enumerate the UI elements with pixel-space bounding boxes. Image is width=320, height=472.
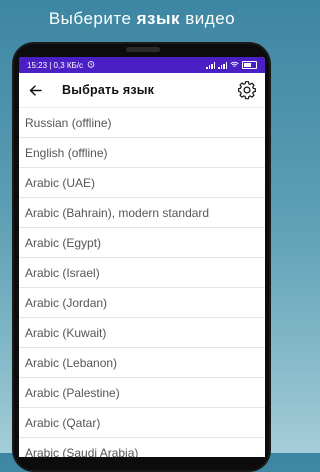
page-title: Выбрать язык — [62, 83, 155, 97]
language-item[interactable]: Russian (offline) — [19, 108, 265, 138]
phone-speaker — [126, 47, 160, 52]
alarm-icon — [87, 60, 95, 70]
arrow-back-icon — [29, 84, 42, 96]
language-item[interactable]: Arabic (Bahrain), modern standard — [19, 198, 265, 228]
signal-icon — [206, 61, 215, 69]
status-bar: 15:23 | 0,3 КБ/с — [19, 57, 265, 73]
language-item[interactable]: Arabic (Jordan) — [19, 288, 265, 318]
promo-title-bold: язык — [136, 9, 181, 28]
signal-icon-2 — [218, 61, 227, 69]
promo-title: Выберите язык видео — [0, 9, 284, 29]
battery-icon — [242, 61, 257, 69]
language-item[interactable]: Arabic (Qatar) — [19, 408, 265, 438]
language-item[interactable]: Arabic (UAE) — [19, 168, 265, 198]
language-item[interactable]: Arabic (Saudi Arabia) — [19, 438, 265, 458]
language-item[interactable]: Arabic (Egypt) — [19, 228, 265, 258]
language-item[interactable]: Arabic (Palestine) — [19, 378, 265, 408]
status-time: 15:23 | 0,3 КБ/с — [27, 60, 84, 70]
app-bar: Выбрать язык — [19, 73, 265, 108]
back-button[interactable] — [25, 80, 45, 100]
promo-title-part2: видео — [180, 9, 236, 28]
settings-button[interactable] — [235, 78, 259, 102]
phone-screen: 15:23 | 0,3 КБ/с Выбрать язык Russian (o… — [19, 57, 265, 457]
language-item[interactable]: Arabic (Kuwait) — [19, 318, 265, 348]
promo-title-part1: Выберите — [48, 9, 137, 28]
language-list: Russian (offline) English (offline) Arab… — [19, 108, 265, 457]
gear-icon — [238, 81, 256, 100]
language-item[interactable]: Arabic (Israel) — [19, 258, 265, 288]
language-item[interactable]: English (offline) — [19, 138, 265, 168]
language-item[interactable]: Arabic (Lebanon) — [19, 348, 265, 378]
wifi-icon — [230, 61, 239, 70]
